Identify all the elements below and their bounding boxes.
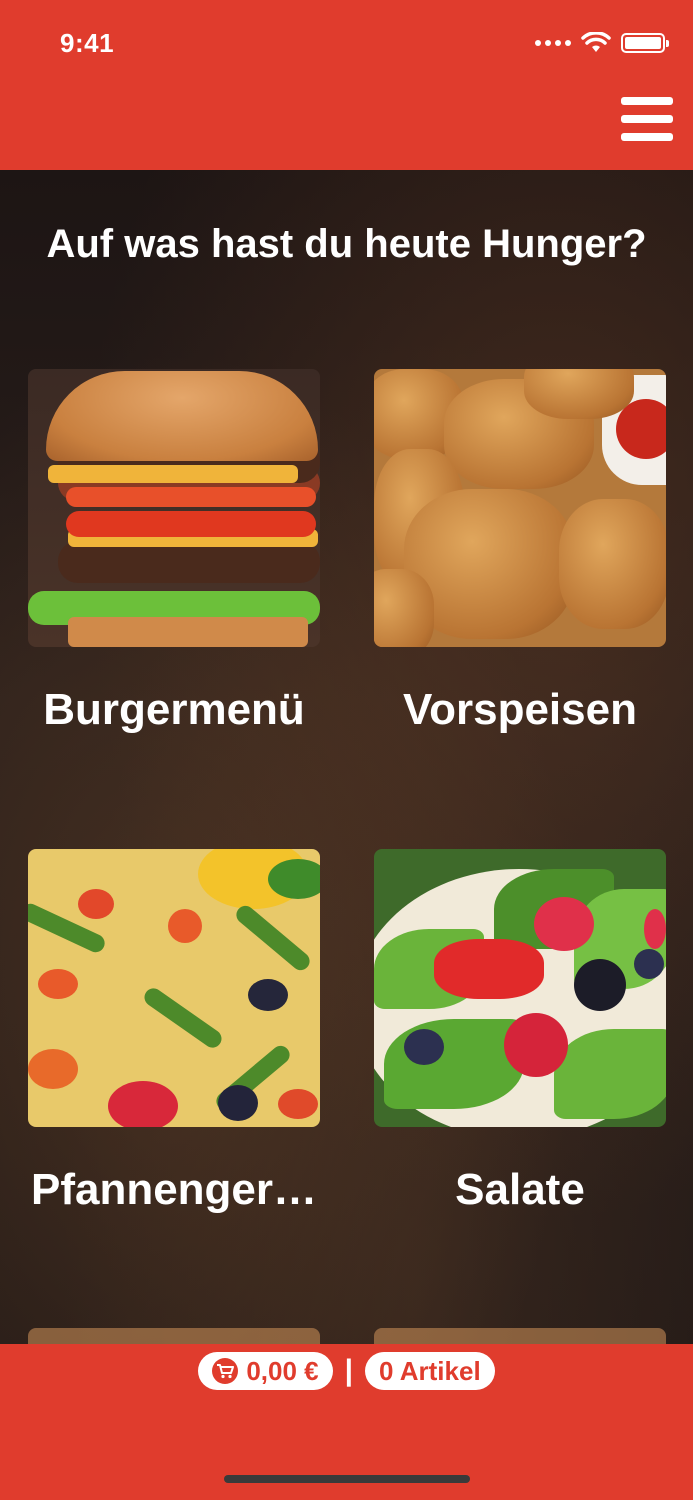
home-indicator[interactable]: [224, 1475, 470, 1483]
status-icons: [535, 32, 669, 54]
page-title: Auf was hast du heute Hunger?: [46, 222, 647, 266]
burger-image: [28, 369, 320, 647]
category-card-vorspeisen[interactable]: Vorspeisen: [374, 369, 666, 735]
cart-summary: 0,00 € | 0 Artikel: [0, 1352, 693, 1390]
cart-footer: 0,00 € | 0 Artikel: [0, 1344, 693, 1500]
cart-item-count: 0 Artikel: [379, 1355, 481, 1386]
paella-image: [28, 849, 320, 1127]
category-screen: Auf was hast du heute Hunger? Burgermenü: [0, 170, 693, 1345]
category-label: Salate: [455, 1165, 585, 1214]
nuggets-image: [374, 369, 666, 647]
category-card-pfannengerichte[interactable]: Pfannenger…: [28, 849, 320, 1215]
cart-total-button[interactable]: 0,00 €: [198, 1352, 333, 1390]
category-card-salate[interactable]: Salate: [374, 849, 666, 1215]
wifi-icon: [581, 32, 611, 52]
status-time: 9:41: [60, 28, 115, 58]
signal-icon: [535, 40, 571, 46]
shopping-cart-icon: [212, 1358, 239, 1384]
app-screen: 9:41 Auf was hast du heute Hunger? Burge…: [0, 0, 693, 1500]
footer-separator: |: [344, 1354, 354, 1387]
hamburger-menu-icon[interactable]: [621, 97, 673, 141]
category-label: Pfannenger…: [30, 1165, 318, 1214]
category-card-burgermenu[interactable]: Burgermenü: [28, 369, 320, 735]
next-category-card[interactable]: [374, 1328, 666, 1345]
salad-image: [374, 849, 666, 1127]
battery-icon: [621, 33, 669, 53]
cart-total-price: 0,00 €: [246, 1355, 319, 1386]
cart-item-count-button[interactable]: 0 Artikel: [365, 1352, 495, 1390]
next-category-card[interactable]: [28, 1328, 320, 1345]
category-label: Burgermenü: [43, 685, 305, 734]
category-label: Vorspeisen: [403, 685, 637, 734]
app-header: 9:41: [0, 0, 693, 170]
